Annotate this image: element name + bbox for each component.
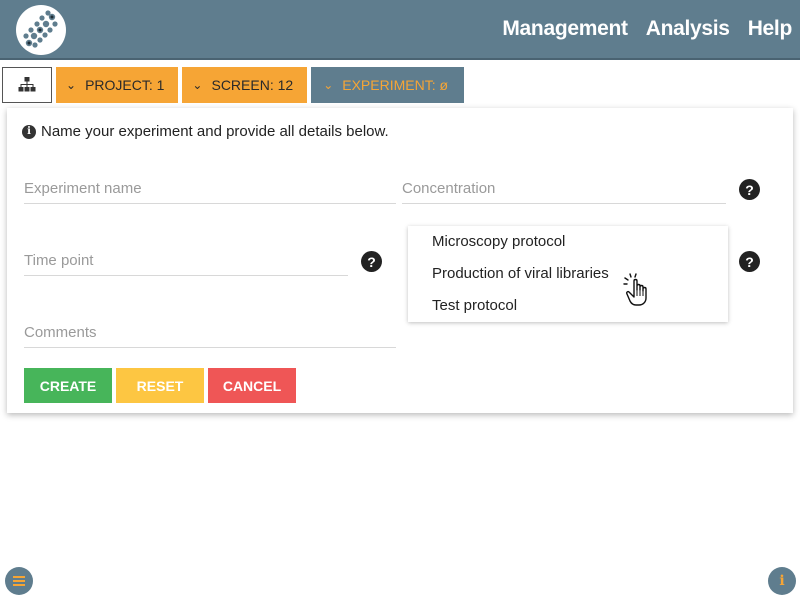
comments-input[interactable] [24,318,396,346]
create-button[interactable]: CREATE [24,368,112,403]
breadcrumb-screen[interactable]: ⌄ SCREEN: 12 [182,67,308,103]
top-bar: Management Analysis Help [0,0,800,60]
nav-analysis[interactable]: Analysis [646,17,730,41]
breadcrumb-project-label: PROJECT: 1 [85,77,165,93]
cancel-button[interactable]: CANCEL [208,368,296,403]
breadcrumb-experiment-label: EXPERIMENT: ø [342,77,449,93]
reset-button[interactable]: RESET [116,368,204,403]
chevron-down-icon: ⌄ [192,78,203,92]
nav-management[interactable]: Management [502,17,628,41]
dna-helix-logo-icon[interactable] [16,5,66,55]
info-text: Name your experiment and provide all det… [41,123,389,140]
menu-button[interactable] [5,567,33,595]
hierarchy-icon [18,77,36,92]
protocol-option-microscopy[interactable]: Microscopy protocol [432,233,565,250]
breadcrumb-home-button[interactable] [2,67,52,103]
experiment-name-input[interactable] [24,174,396,202]
nav-help[interactable]: Help [748,17,793,41]
protocol-help-icon[interactable]: ? [739,251,760,272]
breadcrumb: ⌄ PROJECT: 1 ⌄ SCREEN: 12 ⌄ EXPERIMENT: … [2,67,465,103]
concentration-input[interactable] [402,174,726,202]
time-point-field [24,246,348,276]
breadcrumb-screen-label: SCREEN: 12 [211,77,294,93]
info-message: i Name your experiment and provide all d… [22,123,389,140]
time-point-help-icon[interactable]: ? [361,251,382,272]
menu-icon [13,576,25,586]
protocol-option-viral-libraries[interactable]: Production of viral libraries [432,265,609,282]
experiment-form-card: i Name your experiment and provide all d… [7,108,793,413]
info-circle-icon: i [22,124,36,139]
concentration-help-icon[interactable]: ? [739,179,760,200]
info-icon: i [779,573,785,589]
comments-field [24,318,396,348]
time-point-input[interactable] [24,246,348,274]
protocol-option-test[interactable]: Test protocol [432,297,517,314]
chevron-down-icon: ⌄ [66,78,77,92]
concentration-field [402,174,726,204]
protocol-dropdown-menu: Microscopy protocol Production of viral … [408,226,728,322]
main-nav: Management Analysis Help [502,17,792,41]
info-button[interactable]: i [768,567,796,595]
chevron-down-icon: ⌄ [323,78,334,92]
experiment-name-field [24,174,396,204]
breadcrumb-project[interactable]: ⌄ PROJECT: 1 [56,67,179,103]
breadcrumb-experiment[interactable]: ⌄ EXPERIMENT: ø [311,67,465,103]
